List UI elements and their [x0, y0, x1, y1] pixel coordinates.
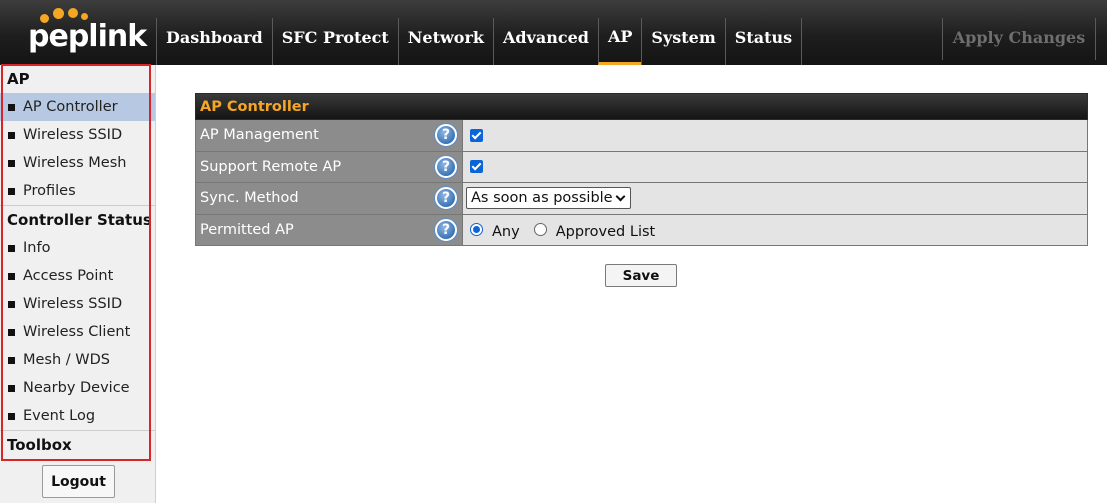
sidebar-item-label: AP Controller: [23, 99, 118, 115]
sidebar-item-access-point[interactable]: Access Point: [0, 262, 155, 290]
nav-advanced[interactable]: Advanced: [492, 18, 598, 65]
row-label-cell: Sync. Method ?: [196, 183, 463, 214]
sidebar-item-label: Event Log: [23, 408, 96, 424]
sidebar-section-ap: AP: [7, 70, 30, 88]
row-value-cell: Any Approved List: [463, 214, 1087, 245]
row-value-cell: As soon as possible: [463, 183, 1087, 214]
bullet-icon: [8, 356, 15, 364]
row-label-cell: Permitted AP ?: [196, 214, 463, 245]
sidebar-item-event-log[interactable]: Event Log: [0, 402, 155, 430]
permitted-ap-any-radio[interactable]: [470, 223, 483, 237]
help-icon[interactable]: ?: [435, 187, 457, 209]
chevron-down-icon: [615, 191, 626, 202]
help-icon[interactable]: ?: [435, 124, 457, 146]
sidebar-item-wireless-mesh[interactable]: Wireless Mesh: [0, 149, 155, 177]
row-value-cell: [463, 151, 1087, 182]
sidebar-item-label: Info: [23, 240, 51, 256]
nav-dashboard[interactable]: Dashboard: [156, 18, 272, 65]
sidebar-item-profiles[interactable]: Profiles: [0, 177, 155, 205]
sidebar-item-info[interactable]: Info: [0, 234, 155, 262]
nav-system[interactable]: System: [641, 18, 724, 65]
sidebar-item-status-wireless-ssid[interactable]: Wireless SSID: [0, 290, 155, 318]
main-nav: Dashboard SFC Protect Network Advanced A…: [156, 18, 803, 65]
sidebar-item-label: Nearby Device: [23, 380, 130, 396]
nav-sfc-protect[interactable]: SFC Protect: [271, 18, 398, 65]
settings-row-permitted-ap: Permitted AP ? Any Approved List: [195, 214, 1088, 246]
bullet-icon: [8, 328, 15, 336]
top-bar: peplink Dashboard SFC Protect Network Ad…: [0, 0, 1107, 65]
logout-button[interactable]: Logout: [42, 465, 115, 498]
nav-status[interactable]: Status: [724, 18, 803, 65]
bullet-icon: [8, 272, 15, 280]
row-label: Permitted AP: [200, 221, 294, 238]
support-remote-ap-checkbox[interactable]: [470, 160, 483, 174]
sidebar-item-label: Mesh / WDS: [23, 352, 110, 368]
bullet-icon: [8, 131, 15, 139]
sidebar-item-label: Wireless SSID: [23, 127, 123, 143]
ap-management-checkbox[interactable]: [470, 128, 483, 142]
nav-ap[interactable]: AP: [597, 18, 642, 65]
sidebar-item-label: Wireless SSID: [23, 296, 123, 312]
permitted-ap-approved-list-radio[interactable]: [533, 223, 547, 237]
bullet-icon: [8, 159, 15, 167]
sidebar-item-ap-controller[interactable]: AP Controller: [0, 93, 155, 121]
nav-network[interactable]: Network: [397, 18, 493, 65]
sync-method-select[interactable]: As soon as possible: [466, 187, 631, 210]
settings-row-sync-method: Sync. Method ? As soon as possible: [195, 183, 1088, 215]
row-label: Sync. Method: [200, 190, 299, 207]
save-button[interactable]: Save: [605, 264, 677, 287]
row-label-cell: Support Remote AP ?: [196, 151, 463, 182]
sidebar-item-mesh-wds[interactable]: Mesh / WDS: [0, 346, 155, 374]
radio-label-any[interactable]: Any: [492, 224, 520, 240]
radio-label-approved-list[interactable]: Approved List: [556, 224, 656, 240]
help-icon[interactable]: ?: [435, 155, 457, 178]
sidebar: AP AP Controller Wireless SSID Wireless …: [0, 65, 156, 503]
ap-controller-panel: AP Controller AP Management ? Support Re…: [195, 93, 1088, 246]
bullet-icon: [8, 244, 15, 252]
bullet-icon: [8, 384, 15, 392]
bullet-icon: [8, 300, 15, 308]
bullet-icon: [8, 103, 15, 111]
sidebar-item-wireless-ssid[interactable]: Wireless SSID: [0, 121, 155, 149]
sidebar-item-nearby-device[interactable]: Nearby Device: [0, 374, 155, 402]
sidebar-item-label: Wireless Client: [23, 324, 131, 340]
sync-method-value: As soon as possible: [471, 190, 613, 207]
sidebar-item-wireless-client[interactable]: Wireless Client: [0, 318, 155, 346]
bullet-icon: [8, 187, 15, 195]
panel-title: AP Controller: [195, 93, 1088, 120]
row-label: AP Management: [200, 127, 319, 144]
sidebar-section-controller-status: Controller Status: [7, 211, 152, 229]
row-value-cell: [463, 120, 1087, 151]
logo-text: peplink: [28, 19, 147, 54]
sidebar-item-label: Profiles: [23, 183, 76, 199]
sidebar-section-toolbox[interactable]: Toolbox: [0, 431, 155, 459]
sidebar-item-label: Wireless Mesh: [23, 155, 127, 171]
settings-row-ap-management: AP Management ?: [195, 120, 1088, 152]
peplink-logo: peplink: [0, 0, 156, 65]
settings-row-support-remote-ap: Support Remote AP ?: [195, 151, 1088, 183]
help-icon[interactable]: ?: [435, 218, 457, 241]
sidebar-item-label: Access Point: [23, 268, 114, 284]
bullet-icon: [8, 412, 15, 420]
row-label: Support Remote AP: [200, 158, 342, 175]
apply-changes-button[interactable]: Apply Changes: [942, 18, 1096, 60]
row-label-cell: AP Management ?: [196, 120, 463, 151]
